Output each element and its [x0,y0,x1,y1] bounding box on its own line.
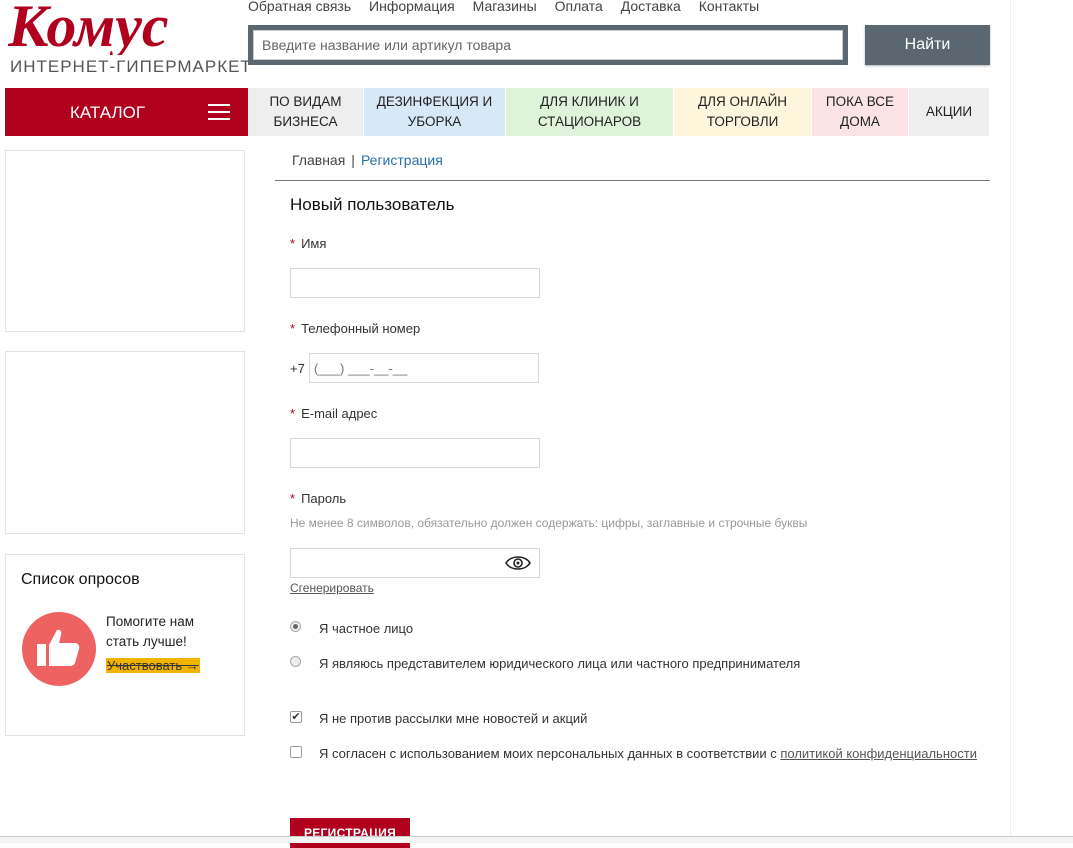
password-hint: Не менее 8 символов, обязательно должен … [290,516,808,530]
komus-logo-icon: Комус [8,0,169,55]
top-link-delivery[interactable]: Доставка [621,0,681,14]
sidebar-banner-1 [5,150,245,332]
nav-item-label: ПОКА ВСЕ ДОМА [825,94,895,129]
logo-wordmark: Комус [8,0,169,55]
search-bar [248,25,848,65]
nav-item-stay-home[interactable]: ПОКА ВСЕ ДОМА [812,88,909,136]
nav-item-label: ДЛЯ ОНЛАЙН ТОРГОВЛИ [697,94,788,129]
thumbs-up-icon [37,629,80,666]
participate-link[interactable]: Участвовать → [106,658,200,673]
private-person-label: Я частное лицо [319,621,414,636]
sidebar-banner-2 [5,351,245,534]
polls-text: Помогите нам стать лучше! [106,614,195,649]
nav-item-clinics[interactable]: ДЛЯ КЛИНИК И СТАЦИОНАРОВ [506,88,674,136]
divider [275,180,990,181]
catalog-label: КАТАЛОГ [70,103,146,122]
top-link-payment[interactable]: Оплата [555,0,603,14]
email-label: * E-mail адрес [290,406,377,421]
name-label-text: Имя [301,236,327,251]
top-link-shops[interactable]: Магазины [473,0,537,14]
top-link-contacts[interactable]: Контакты [699,0,759,14]
required-mark: * [290,236,296,251]
breadcrumb-home[interactable]: Главная [292,152,345,168]
nav-item-label: АКЦИИ [925,104,973,119]
top-link-feedback[interactable]: Обратная связь [248,0,351,14]
phone-prefix: +7 [290,361,305,376]
nav-item-label: ПО ВИДАМ БИЗНЕСА [269,94,342,129]
password-field[interactable] [290,548,540,578]
required-mark: * [290,491,296,506]
company-radio[interactable] [290,656,301,667]
phone-label: * Телефонный номер [290,321,420,336]
polls-widget: Список опросов Помогите нам стать лучше!… [5,554,245,736]
search-input[interactable] [253,30,843,60]
required-mark: * [290,406,296,421]
password-label: * Пароль [290,491,346,506]
breadcrumb-separator: | [351,152,355,168]
phone-field[interactable] [309,353,539,383]
generate-password-link[interactable]: Сгенерировать [290,581,374,595]
nav-item-label: ДЛЯ КЛИНИК И СТАЦИОНАРОВ [537,94,642,129]
top-links: Обратная связь Информация Магазины Оплат… [248,0,773,14]
breadcrumb: Главная | Регистрация [292,152,443,168]
email-label-text: E-mail адрес [301,406,378,421]
newsletter-label: Я не против рассылки мне новостей и акци… [319,711,588,726]
password-label-text: Пароль [301,491,347,506]
nav-item-label: ДЕЗИНФЕКЦИЯ И УБОРКА [376,94,493,129]
newsletter-checkbox[interactable]: ✔ [290,711,302,723]
email-field[interactable] [290,438,540,468]
required-mark: * [290,321,296,336]
catalog-button[interactable]: КАТАЛОГ [5,88,248,136]
breadcrumb-current[interactable]: Регистрация [361,152,443,168]
consent-label: Я согласен с использованием моих персона… [319,746,977,761]
polls-title: Список опросов [21,571,140,588]
search-button[interactable]: Найти [865,25,990,65]
logo[interactable]: Комус ИНТЕРНЕТ-ГИПЕРМАРКЕТ [8,0,251,80]
nav-item-business[interactable]: ПО ВИДАМ БИЗНЕСА [248,88,364,136]
page-title: Новый пользователь [290,195,455,214]
privacy-policy-link[interactable]: политикой конфиденциальности [780,746,977,761]
nav-item-promotions[interactable]: АКЦИИ [909,88,990,136]
company-label: Я являюсь представителем юридического ли… [319,656,801,671]
phone-label-text: Телефонный номер [301,321,421,336]
consent-checkbox[interactable] [290,746,302,758]
nav-item-online-trade[interactable]: ДЛЯ ОНЛАЙН ТОРГОВЛИ [674,88,812,136]
top-link-info[interactable]: Информация [369,0,455,14]
register-button[interactable]: РЕГИСТРАЦИЯ [290,818,410,848]
name-label: * Имя [290,236,326,251]
nav-item-disinfection[interactable]: ДЕЗИНФЕКЦИЯ И УБОРКА [364,88,506,136]
private-person-radio[interactable] [290,621,301,632]
menu-icon [208,104,230,120]
content-edge [1010,0,1011,836]
logo-subtitle: ИНТЕРНЕТ-ГИПЕРМАРКЕТ [10,57,252,76]
show-password-icon[interactable] [505,554,531,577]
consent-label-text: Я согласен с использованием моих персона… [319,746,781,761]
name-field[interactable] [290,268,540,298]
thumbs-up-badge [22,612,96,686]
